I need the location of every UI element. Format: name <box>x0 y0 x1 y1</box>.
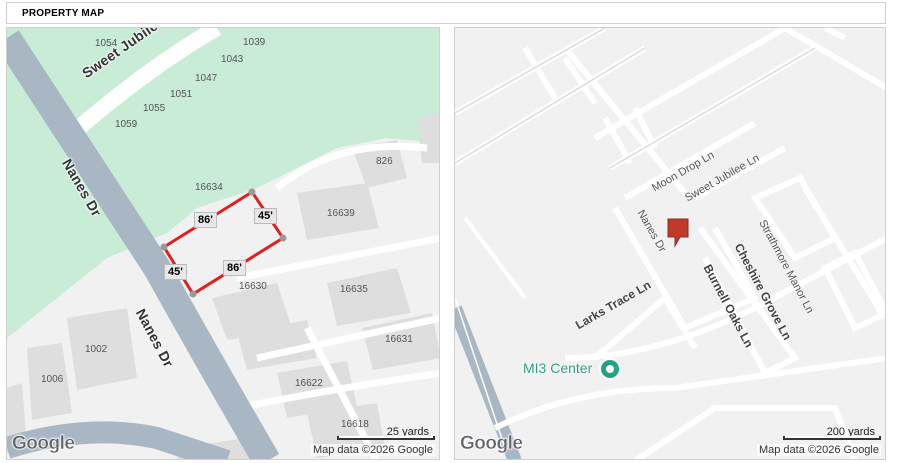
parcel-label: 826 <box>376 156 393 167</box>
parcel-label: 1043 <box>221 54 244 65</box>
parcel-label: 16630 <box>239 281 267 292</box>
map-attribution[interactable]: Map data ©2026 Google <box>756 444 881 456</box>
property-marker-icon[interactable] <box>667 218 689 248</box>
section-title: PROPERTY MAP <box>22 8 105 19</box>
parcel-label: 1051 <box>170 89 193 100</box>
parcel-label: 1047 <box>195 73 218 84</box>
parcel-label: 16635 <box>340 284 368 295</box>
parcel-label: 1055 <box>143 103 166 114</box>
parcel-dimension-label: 86' <box>194 212 217 228</box>
parcel-label: 16639 <box>327 208 355 219</box>
parcel-map-canvas <box>7 28 439 459</box>
google-logo[interactable]: Google <box>12 433 75 455</box>
parcel-label: 16631 <box>385 334 413 345</box>
parcel-detail-map[interactable]: 1054 1039 1043 1047 1051 1055 1059 826 1… <box>6 27 440 460</box>
google-logo[interactable]: Google <box>460 433 523 455</box>
parcel-dimension-label: 45' <box>254 208 277 224</box>
map-scale: 25 yards <box>337 426 435 440</box>
scale-bar <box>337 436 435 440</box>
parcel-dimension-label: 45' <box>164 264 187 280</box>
parcel-label: 16634 <box>195 182 223 193</box>
parcel-label: 1059 <box>115 119 138 130</box>
parcel-label: 1039 <box>243 37 266 48</box>
scale-bar <box>783 436 881 440</box>
parcel-dimension-label: 86' <box>223 260 246 276</box>
property-map-header: PROPERTY MAP <box>6 2 886 24</box>
parcel-label: 1002 <box>85 344 108 355</box>
place-pin-icon[interactable] <box>599 358 621 380</box>
map-scale: 200 yards <box>783 426 881 440</box>
area-overview-map[interactable]: Moon Drop Ln Sweet Jubilee Ln Nanes Dr S… <box>454 27 886 460</box>
map-attribution[interactable]: Map data ©2026 Google <box>310 444 435 456</box>
parcel-label: 1006 <box>41 374 64 385</box>
poi-label[interactable]: MI3 Center <box>523 360 592 376</box>
parcel-label: 16622 <box>295 378 323 389</box>
